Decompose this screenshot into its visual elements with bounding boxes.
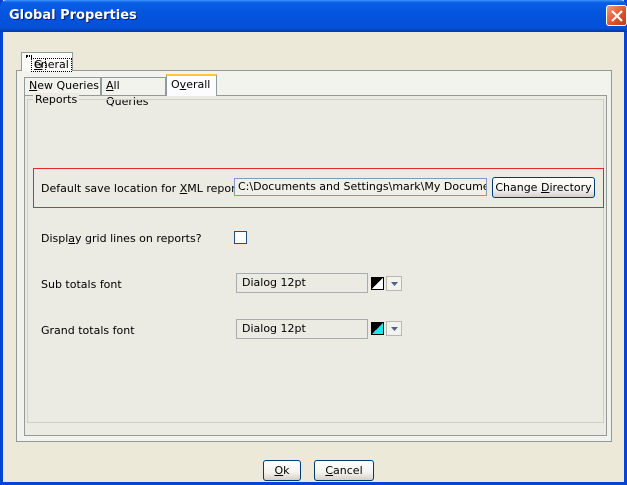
dropdown-arrow-icon (391, 327, 398, 331)
grid-lines-label-post: y grid lines on reports? (75, 232, 202, 245)
change-directory-button[interactable]: Change Directory (492, 177, 595, 198)
cancel-label: ancel (333, 464, 363, 477)
tab-overall-label: erall (186, 78, 211, 91)
save-location-label-pre: Default save location for (41, 182, 180, 195)
tab-new-queries-mnemonic: N (29, 79, 38, 92)
title-bar[interactable]: Global Properties (0, 0, 627, 32)
tab-new-queries-label: ew Queries (37, 79, 99, 92)
sub-totals-font-field[interactable]: Dialog 12pt (236, 273, 368, 293)
tab-general[interactable]: General (21, 52, 73, 72)
sub-totals-font-label: Sub totals font (41, 278, 122, 291)
reports-group-box (27, 99, 604, 423)
close-icon (611, 10, 623, 22)
change-directory-label-post: irectory (549, 181, 592, 194)
reports-group-label: Reports (33, 93, 80, 106)
grand-totals-font-label: Grand totals font (41, 324, 135, 337)
change-directory-label-pre: Change (495, 181, 541, 194)
save-location-label: Default save location for XML reports (41, 182, 246, 195)
cancel-mnemonic: C (325, 464, 334, 477)
tab-overall[interactable]: Overall (166, 74, 217, 96)
close-button[interactable] (606, 5, 627, 26)
tab-overall-label-pre: O (171, 78, 180, 91)
grid-lines-label-pre: Displ (41, 232, 69, 245)
sub-totals-color-swatch[interactable] (371, 277, 384, 290)
dropdown-arrow-icon (391, 282, 398, 286)
tab-general-label: eneral (31, 58, 72, 72)
save-location-field[interactable]: C:\Documents and Settings\mark\My Docume… (234, 178, 487, 196)
grand-totals-font-field[interactable]: Dialog 12pt (236, 319, 368, 339)
grand-totals-color-swatch[interactable] (371, 322, 384, 335)
ok-mnemonic: O (274, 464, 284, 477)
ok-label: k (283, 464, 290, 477)
grid-lines-checkbox[interactable] (234, 231, 247, 244)
sub-totals-color-dropdown[interactable] (386, 276, 402, 291)
tab-all-queries[interactable]: All Queries (101, 77, 166, 108)
ok-button[interactable]: Ok (263, 460, 301, 481)
grand-totals-color-dropdown[interactable] (386, 321, 402, 336)
tab-all-queries-mnemonic: A (106, 79, 114, 92)
cancel-button[interactable]: Cancel (314, 460, 374, 481)
window-title: Global Properties (9, 8, 137, 23)
grid-lines-label: Display grid lines on reports? (41, 232, 202, 245)
